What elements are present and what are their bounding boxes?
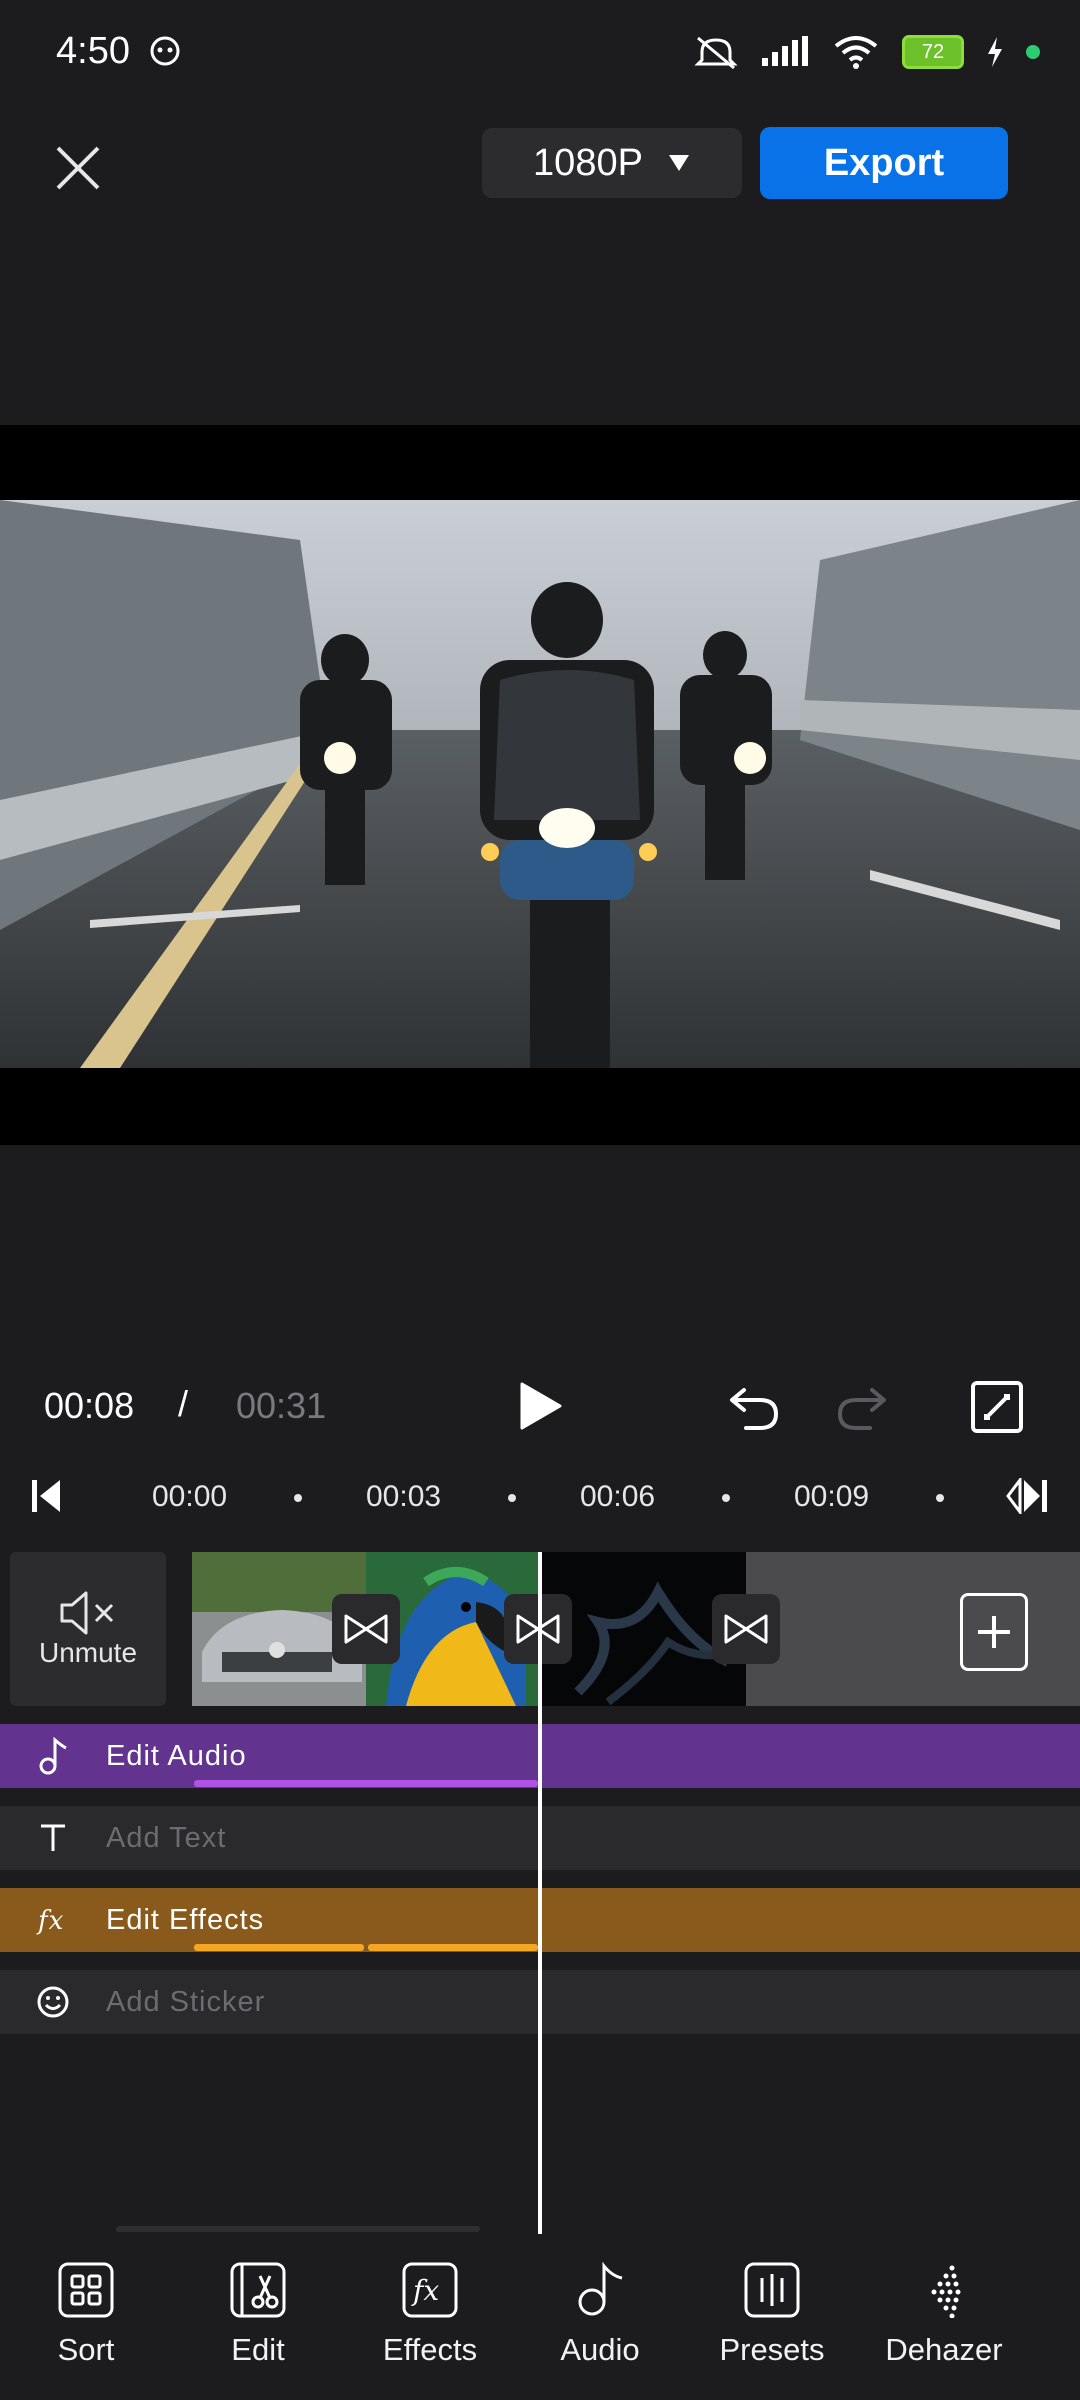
video-frame-image: [0, 500, 1080, 1068]
ruler-dot: [508, 1494, 516, 1502]
grid-icon: [58, 2262, 114, 2318]
export-button[interactable]: Export: [760, 127, 1008, 199]
status-icons: 72: [694, 34, 1040, 70]
resolution-value: 1080P: [533, 141, 643, 184]
skip-to-end-icon[interactable]: [1006, 1478, 1050, 1514]
svg-text:fx: fx: [411, 2274, 439, 2307]
signal-icon: [762, 36, 808, 66]
nav-edit[interactable]: Edit: [178, 2260, 338, 2368]
transition-icon: [344, 1614, 388, 1644]
unmute-button[interactable]: Unmute: [10, 1552, 166, 1706]
text-icon: [41, 1824, 65, 1851]
film-scissors-icon: [230, 2262, 286, 2318]
battery-indicator: 72: [902, 35, 964, 69]
video-preview[interactable]: [0, 500, 1080, 1068]
playhead[interactable]: [538, 1552, 542, 2234]
wifi-icon: [834, 36, 878, 69]
ruler-tick-label: 00:03: [366, 1480, 442, 1513]
dropdown-arrow-icon: [668, 155, 689, 171]
fx-icon: fx: [402, 2262, 458, 2318]
fx-icon: fx: [36, 1906, 64, 1936]
nav-dehazer-label: Dehazer: [885, 2332, 1003, 2367]
ruler-tick-label: 00:09: [794, 1480, 870, 1513]
nav-effects[interactable]: fx Effects: [350, 2260, 510, 2368]
current-time: 00:08: [44, 1385, 135, 1426]
nav-audio[interactable]: Audio: [520, 2260, 680, 2368]
skip-to-start-icon[interactable]: [30, 1478, 64, 1514]
music-note-icon: [578, 2262, 623, 2316]
ruler-dot: [936, 1494, 944, 1502]
add-clip-area: [746, 1552, 1080, 1706]
smiley-icon: [37, 1986, 69, 2018]
nav-presets-label: Presets: [719, 2332, 825, 2367]
ruler-tick-label: 00:00: [152, 1480, 228, 1513]
unmute-label: Unmute: [38, 1637, 138, 1668]
transition-button[interactable]: [332, 1594, 400, 1664]
ruler-tick-label: 00:06: [580, 1480, 656, 1513]
plus-icon: [978, 1616, 1010, 1648]
mute-icon: [694, 36, 738, 70]
add-sticker-label: Add Sticker: [106, 1985, 266, 2018]
total-time: 00:31: [236, 1385, 327, 1426]
nav-edit-label: Edit: [231, 2332, 285, 2367]
svg-text:fx: fx: [36, 1906, 64, 1936]
resolution-dropdown[interactable]: 1080P: [482, 128, 742, 198]
edit-audio-label: Edit Audio: [106, 1739, 247, 1772]
add-text-label: Add Text: [106, 1821, 227, 1854]
transition-button[interactable]: [712, 1594, 780, 1664]
ruler-dot: [722, 1494, 730, 1502]
fullscreen-button[interactable]: [970, 1380, 1024, 1434]
close-button[interactable]: [50, 140, 106, 196]
nav-effects-label: Effects: [382, 2332, 478, 2367]
nav-sort-label: Sort: [57, 2332, 115, 2367]
audio-clip-bar[interactable]: [194, 1780, 538, 1787]
ruler-dot: [294, 1494, 302, 1502]
music-note-icon: [39, 1736, 67, 1775]
effect-clip-bar[interactable]: [194, 1944, 364, 1951]
status-time: 4:50: [56, 30, 130, 72]
dehaze-icon: [931, 2265, 961, 2318]
nav-sort[interactable]: Sort: [6, 2260, 166, 2368]
edit-effects-label: Edit Effects: [106, 1903, 265, 1936]
timeline-scrollbar[interactable]: [116, 2226, 480, 2232]
add-clip-button[interactable]: [960, 1593, 1028, 1671]
time-separator: /: [178, 1383, 189, 1424]
privacy-dot: [1026, 45, 1040, 59]
transition-icon: [724, 1614, 768, 1644]
effect-clip-bar[interactable]: [368, 1944, 538, 1951]
play-button[interactable]: [516, 1380, 564, 1432]
speaker-muted-icon: [60, 1591, 114, 1635]
notification-app-icon: [150, 36, 180, 66]
presets-icon: [744, 2262, 800, 2318]
nav-presets[interactable]: Presets: [692, 2260, 852, 2368]
undo-button[interactable]: [726, 1378, 782, 1434]
nav-dehazer[interactable]: Dehazer: [864, 2260, 1024, 2368]
nav-audio-label: Audio: [560, 2332, 640, 2367]
charging-icon: [988, 37, 1002, 67]
redo-button[interactable]: [834, 1378, 890, 1434]
